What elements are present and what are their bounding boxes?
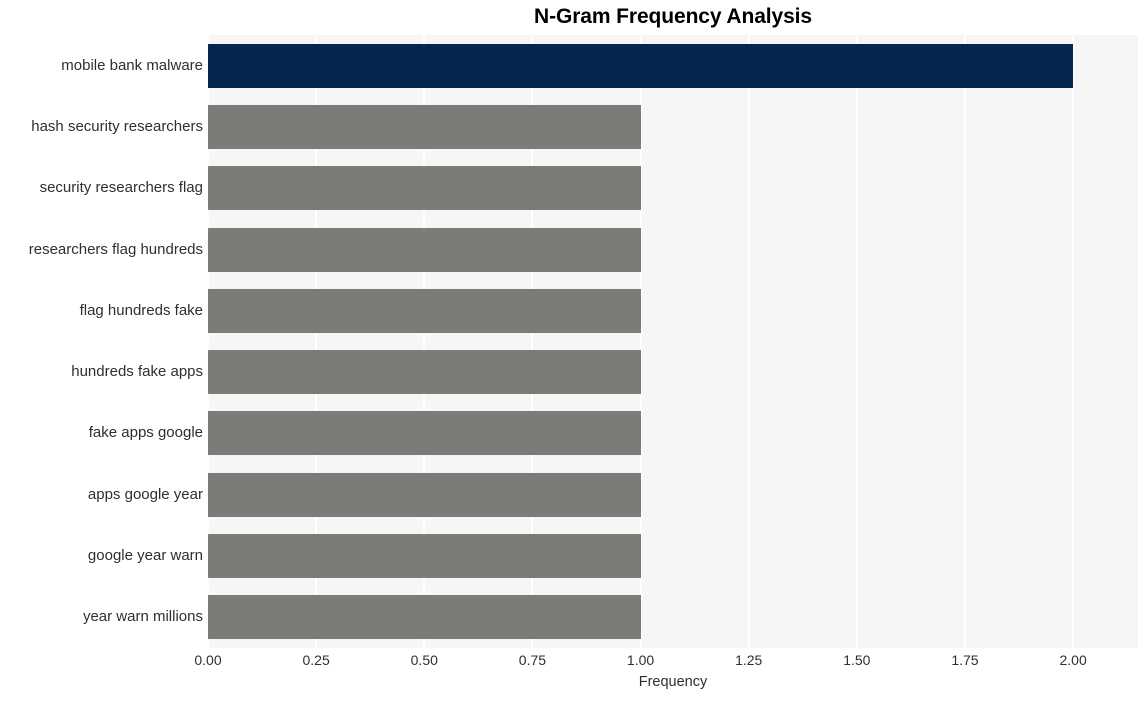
y-axis-tick-label: hundreds fake apps [71, 363, 203, 381]
bar[interactable] [208, 534, 641, 579]
plot-area [208, 35, 1138, 648]
bar[interactable] [208, 350, 641, 395]
x-axis-tick-label: 1.50 [843, 652, 871, 668]
y-axis-tick-label: year warn millions [82, 608, 203, 626]
y-axis-tick-label: apps google year [87, 485, 203, 503]
chart-figure: N-Gram Frequency Analysis mobile bank ma… [0, 0, 1148, 701]
y-axis-tick-label: fake apps google [88, 424, 203, 442]
y-axis-tick-label: researchers flag hundreds [28, 240, 203, 258]
bar[interactable] [208, 411, 641, 456]
bar[interactable] [208, 166, 641, 211]
page-title: N-Gram Frequency Analysis [534, 5, 812, 28]
x-axis-label: Frequency [638, 674, 708, 690]
gridline [747, 35, 750, 648]
x-axis-tick-label: 0.25 [302, 652, 330, 668]
bar[interactable] [208, 288, 641, 333]
bar[interactable] [208, 104, 641, 149]
x-axis-tick-label: 1.25 [735, 652, 763, 668]
x-axis-tick-label: 1.75 [951, 652, 979, 668]
x-axis-tick-label: 2.00 [1059, 652, 1087, 668]
x-axis-tick-label: 0.00 [194, 652, 222, 668]
gridline [963, 35, 966, 648]
y-axis-tick-label: google year warn [87, 547, 203, 565]
bar[interactable] [208, 472, 641, 517]
y-axis-tick-label: hash security researchers [31, 117, 203, 135]
bar[interactable] [208, 595, 641, 640]
bar[interactable] [208, 227, 641, 272]
x-axis-tick-label: 1.00 [626, 652, 655, 668]
bar[interactable] [208, 43, 1074, 88]
gridline [855, 35, 858, 648]
y-axis-tick-label: security researchers flag [39, 179, 203, 197]
x-axis-tick-label: 0.75 [518, 652, 547, 668]
y-axis-tick-label: mobile bank malware [61, 56, 203, 74]
gridline [1072, 35, 1075, 648]
x-axis-tick-label: 0.50 [410, 652, 438, 668]
y-axis-tick-label: flag hundreds fake [79, 301, 203, 319]
